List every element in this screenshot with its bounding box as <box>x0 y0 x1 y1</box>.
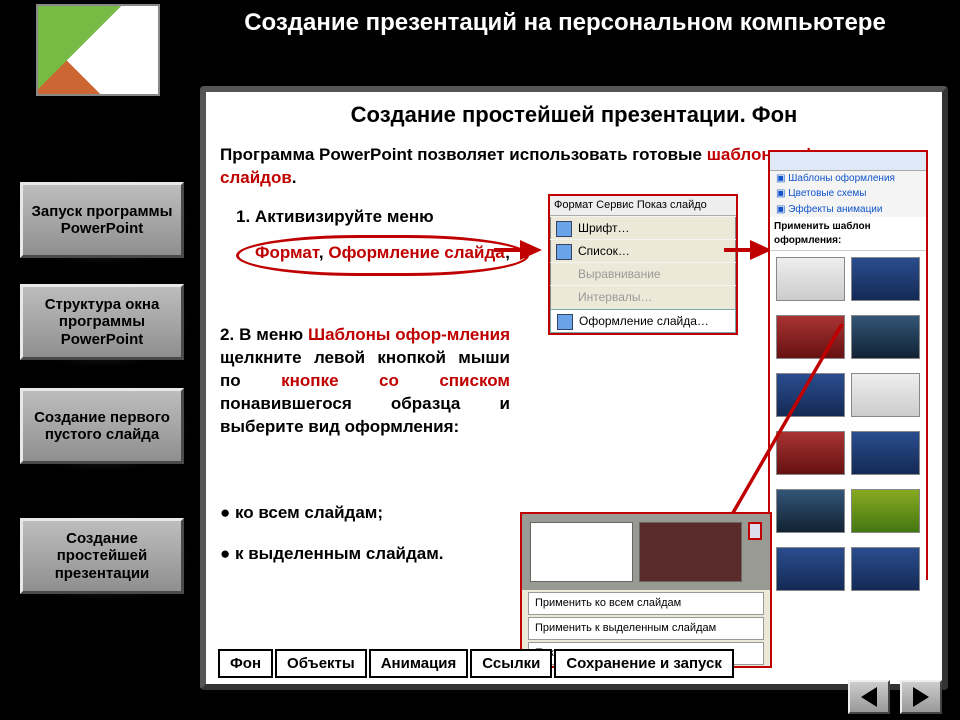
intro-tail: . <box>292 168 297 187</box>
page-title: Создание презентаций на персональном ком… <box>190 8 940 38</box>
content-body: Программа PowerPoint позволяет использов… <box>220 144 934 638</box>
templates-caption: Применить шаблон оформления: <box>770 217 926 251</box>
tab-objects[interactable]: Объекты <box>275 649 367 678</box>
nav-launch-powerpoint[interactable]: Запуск программы PowerPoint <box>20 182 184 258</box>
bullet-all-slides: ● ко всем слайдам; <box>220 502 510 525</box>
logo-frame <box>36 4 160 96</box>
templates-line3: ▣ Эффекты анимации <box>770 202 926 218</box>
preview-thumb <box>639 522 742 582</box>
step2: 2. В меню Шаблоны офор-мления щелкните л… <box>220 324 510 439</box>
apply-popup-screenshot: Применить ко всем слайдам Применить к вы… <box>520 512 772 668</box>
step2-a: 2. В меню <box>220 325 308 344</box>
templates-line2: ▣ Цветовые схемы <box>770 186 926 202</box>
nav-first-slide[interactable]: Создание первого пустого слайда <box>20 388 184 464</box>
step1-label: Активизируйте меню <box>255 207 434 226</box>
step1-semi: ; <box>505 243 511 262</box>
bottom-tabs: Фон Объекты Анимация Ссылки Сохранение и… <box>218 649 734 678</box>
nav-simple-presentation[interactable]: Создание простейшей презентации <box>20 518 184 594</box>
step1: 1. Активизируйте меню Формат, Оформление… <box>236 206 536 276</box>
templates-head <box>770 152 926 171</box>
tab-save-run[interactable]: Сохранение и запуск <box>554 649 734 678</box>
arrow-icon <box>520 240 542 260</box>
menu-item-font: Шрифт… <box>550 216 736 239</box>
intro-plain: Программа PowerPoint позволяет использов… <box>220 145 707 164</box>
dropdown-handle <box>748 522 762 540</box>
menu-item-list: Список… <box>550 239 736 262</box>
tab-animation[interactable]: Анимация <box>369 649 469 678</box>
step1-red2: Оформление слайда <box>328 243 504 262</box>
triangle-left-icon <box>861 687 877 707</box>
step2-red1: Шаблоны офор-мления <box>308 325 510 344</box>
step2-c: понавившегося образца и выберите вид офо… <box>220 394 510 436</box>
bullets: ● ко всем слайдам; ● к выделенным слайда… <box>220 502 510 584</box>
next-page-button[interactable] <box>900 680 942 714</box>
tab-links[interactable]: Ссылки <box>470 649 552 678</box>
bookworm-logo <box>38 6 158 94</box>
menu-item-align: Выравнивание <box>550 262 736 285</box>
nav-window-structure[interactable]: Структура окна программы PowerPoint <box>20 284 184 360</box>
step1-red1: Формат <box>255 243 319 262</box>
step1-number: 1. <box>236 207 250 226</box>
templates-line1: ▣ Шаблоны оформления <box>770 171 926 187</box>
content-frame: Создание простейшей презентации. Фон Про… <box>200 86 948 690</box>
format-menu-tabs: Формат Сервис Показ слайдо <box>550 196 736 216</box>
popup-apply-selected: Применить к выделенным слайдам <box>528 617 764 640</box>
page-nav <box>848 680 942 714</box>
preview-thumb <box>530 522 633 582</box>
menu-item-spacing: Интервалы… <box>550 285 736 308</box>
content-title: Создание простейшей презентации. Фон <box>206 92 942 134</box>
prev-page-button[interactable] <box>848 680 890 714</box>
format-menu-screenshot: Формат Сервис Показ слайдо Шрифт… Список… <box>548 194 738 335</box>
bullet-selected-slides: ● к выделенным слайдам. <box>220 543 510 566</box>
menu-item-slide-design: Оформление слайда… <box>550 309 736 333</box>
step1-comma: , <box>319 243 328 262</box>
tab-background[interactable]: Фон <box>218 649 273 678</box>
step1-highlight: Формат, Оформление слайда; <box>236 235 529 276</box>
templates-thumbnails <box>770 251 926 605</box>
step2-red2: кнопке со списком <box>281 371 510 390</box>
popup-apply-all: Применить ко всем слайдам <box>528 592 764 615</box>
templates-panel-screenshot: ▣ Шаблоны оформления ▣ Цветовые схемы ▣ … <box>768 150 928 580</box>
triangle-right-icon <box>913 687 929 707</box>
